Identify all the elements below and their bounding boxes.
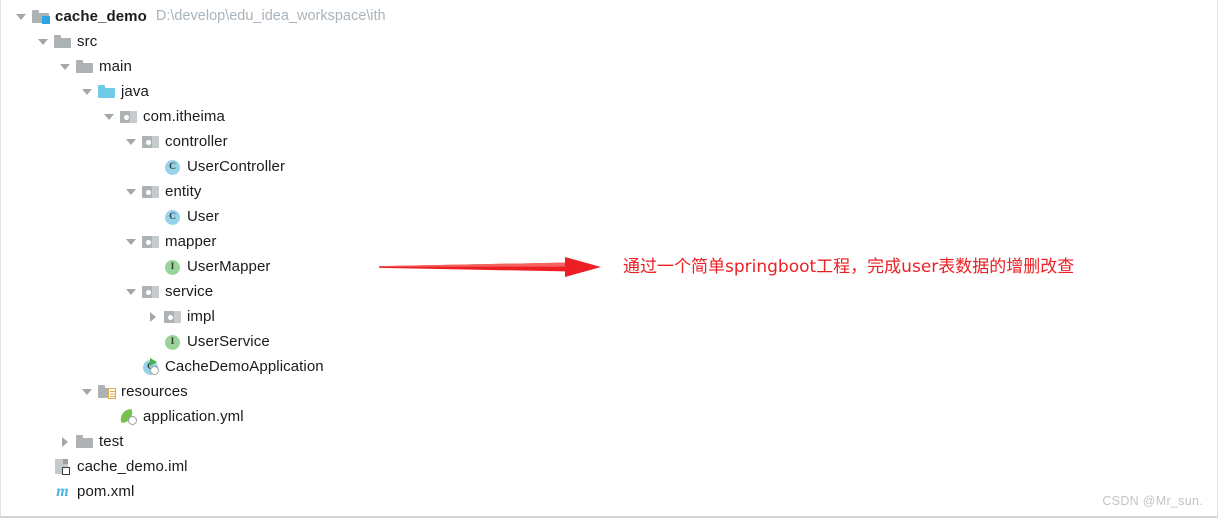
tree-row-label: cache_demo.iml [77,458,188,475]
tree-row[interactable]: test [1,429,471,454]
tree-row-label: entity [165,183,202,200]
tree-row[interactable]: cache_demo.iml [1,454,471,479]
tree-row[interactable]: mapper [1,229,471,254]
class-icon: C [163,208,182,225]
chevron-down-icon[interactable] [123,229,141,254]
tree-row[interactable]: C User [1,204,471,229]
tree-row[interactable]: impl [1,304,471,329]
module-folder-icon [31,8,50,25]
chevron-right-icon[interactable] [57,429,75,454]
red-arrow-right-icon [379,257,601,277]
spring-config-icon [118,408,138,425]
source-root-folder-icon [97,83,116,100]
project-root-path: D:\develop\edu_idea_workspace\ith [155,8,386,25]
tree-row-label: User [187,208,220,225]
chevron-down-icon[interactable] [13,4,31,29]
package-icon [141,233,160,250]
chevron-down-icon[interactable] [79,79,97,104]
tree-row-label: service [165,283,214,300]
tree-row[interactable]: m pom.xml [1,479,471,504]
tree-row-label: src [77,33,98,50]
tree-row-label: application.yml [143,408,244,425]
tree-row-label: cache_demo [55,8,147,25]
interface-icon: I [163,258,182,275]
tree-row[interactable]: main [1,54,471,79]
chevron-down-icon[interactable] [123,279,141,304]
chevron-down-icon[interactable] [101,104,119,129]
chevron-down-icon[interactable] [57,54,75,79]
tree-row[interactable]: application.yml [1,404,471,429]
chevron-down-icon[interactable] [123,179,141,204]
tree-row[interactable]: src [1,29,471,54]
tree-row-label: pom.xml [77,483,135,500]
annotation-callout: 通过一个简单springboot工程，完成user表数据的增删改查 [379,252,1074,282]
tree-row-label: UserMapper [187,258,271,275]
tree-row-label: CacheDemoApplication [165,358,324,375]
tree-row-label: mapper [165,233,217,250]
package-icon [119,108,138,125]
tree-row-label: com.itheima [143,108,225,125]
tree-row[interactable]: C CacheDemoApplication [1,354,471,379]
tree-row-label: UserService [187,333,270,350]
ide-project-panel-screenshot: cache_demo D:\develop\edu_idea_workspace\… [0,0,1218,518]
folder-icon [53,33,72,50]
package-icon [141,283,160,300]
tree-row[interactable]: cache_demo D:\develop\edu_idea_workspace\… [1,4,471,29]
csdn-watermark: CSDN @Mr_sun. [1102,494,1203,508]
iml-file-icon [53,458,72,475]
package-icon [141,133,160,150]
annotation-text: 通过一个简单springboot工程，完成user表数据的增删改查 [623,256,1075,277]
chevron-down-icon[interactable] [35,29,53,54]
resources-folder-icon [97,383,116,400]
tree-row-label: resources [121,383,188,400]
tree-row-label: impl [187,308,215,325]
class-icon: C [163,158,182,175]
tree-row[interactable]: I UserService [1,329,471,354]
folder-icon [75,58,94,75]
runnable-class-icon: C [141,358,160,375]
tree-row[interactable]: entity [1,179,471,204]
tree-row[interactable]: C UserController [1,154,471,179]
tree-row[interactable]: java [1,79,471,104]
tree-row[interactable]: service [1,279,471,304]
chevron-down-icon[interactable] [79,379,97,404]
chevron-down-icon[interactable] [123,129,141,154]
tree-row-label: test [99,433,124,450]
maven-file-icon: m [56,482,69,500]
tree-row-label: java [121,83,149,100]
tree-row[interactable]: controller [1,129,471,154]
interface-icon: I [163,333,182,350]
tree-row-label: main [99,58,132,75]
folder-icon [75,433,94,450]
package-icon [141,183,160,200]
chevron-right-icon[interactable] [145,304,163,329]
tree-row-label: controller [165,133,228,150]
tree-row[interactable]: com.itheima [1,104,471,129]
package-icon [163,308,182,325]
tree-row[interactable]: resources [1,379,471,404]
tree-row-label: UserController [187,158,286,175]
